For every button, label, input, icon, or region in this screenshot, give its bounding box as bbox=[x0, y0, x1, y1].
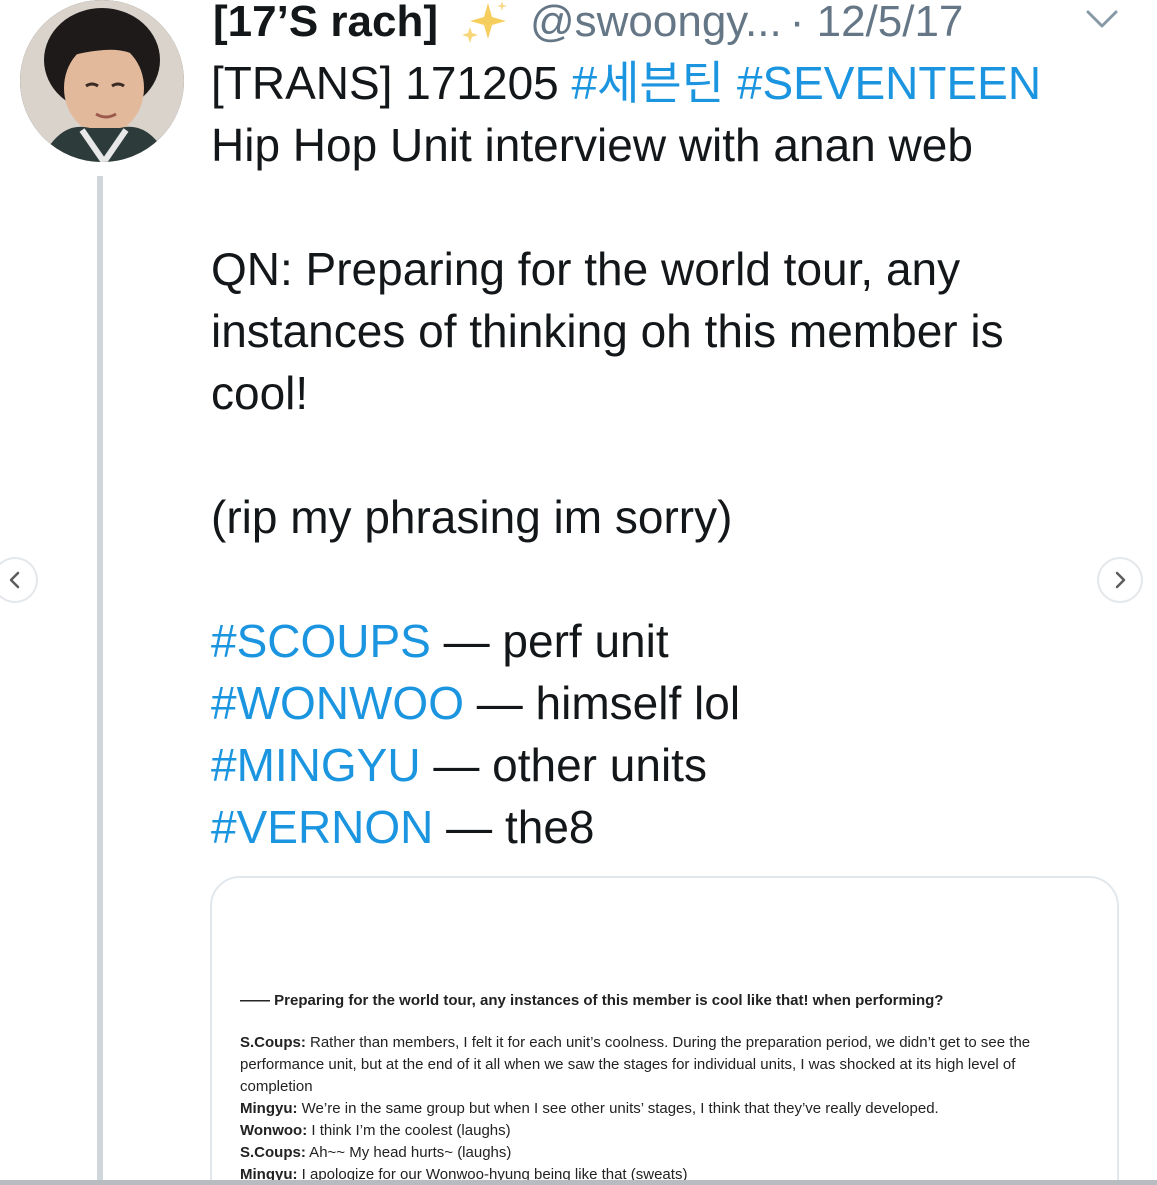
hashtag-link[interactable]: #세븐틴 bbox=[572, 57, 725, 109]
next-button[interactable] bbox=[1099, 559, 1141, 601]
document-question: —— Preparing for the world tour, any ins… bbox=[240, 992, 944, 1009]
speaker-text: Rather than members, I felt it for each … bbox=[240, 1034, 1031, 1095]
tweet-header: [17’S rach] @swoongy... · 12/5/17 bbox=[213, 0, 963, 48]
tweet-line: #MINGYU — other units bbox=[211, 734, 1131, 796]
tweet-line: #VERNON — the8 bbox=[211, 796, 1131, 858]
previous-button[interactable] bbox=[0, 559, 36, 601]
tweet-text-span: (rip my phrasing im sorry) bbox=[211, 491, 733, 543]
chevron-down-icon[interactable] bbox=[1082, 4, 1122, 34]
tweet-text-span: — other units bbox=[420, 739, 707, 791]
tweet-line: instances of thinking oh this member is bbox=[211, 300, 1131, 362]
avatar-photo bbox=[20, 0, 184, 162]
tweet-text-span: QN: Preparing for the world tour, any bbox=[211, 243, 961, 295]
tweet-line: QN: Preparing for the world tour, any bbox=[211, 238, 1131, 300]
tweet-text-span bbox=[724, 57, 737, 109]
hashtag-link[interactable]: #VERNON bbox=[211, 801, 433, 853]
tweet-line: [TRANS] 171205 #세븐틴 #SEVENTEEN bbox=[211, 52, 1131, 114]
tweet-screenshot: [17’S rach] @swoongy... · 12/5/17 [TRANS… bbox=[0, 0, 1157, 1185]
tweet-line: (rip my phrasing im sorry) bbox=[211, 486, 1131, 548]
tweet-line: #SCOUPS — perf unit bbox=[211, 610, 1131, 672]
bottom-edge-bar bbox=[0, 1180, 1157, 1185]
hashtag-link[interactable]: #WONWOO bbox=[211, 677, 464, 729]
tweet-text-span: — himself lol bbox=[463, 677, 741, 729]
translation-document: —— Preparing for the world tour, any ins… bbox=[240, 990, 1090, 1185]
tweet-text-span: cool! bbox=[211, 367, 309, 419]
avatar[interactable] bbox=[20, 0, 184, 162]
handle[interactable]: @swoongy... bbox=[530, 0, 782, 48]
tweet-text-span: — perf unit bbox=[430, 615, 669, 667]
tweet-text-span: [TRANS] 171205 bbox=[211, 57, 572, 109]
attached-image-card[interactable]: —— Preparing for the world tour, any ins… bbox=[210, 876, 1119, 1185]
speaker-name: S.Coups: bbox=[240, 1034, 306, 1051]
tweet-line: Hip Hop Unit interview with anan web bbox=[211, 114, 1131, 176]
document-entries: S.Coups: Rather than members, I felt it … bbox=[240, 1032, 1090, 1185]
chevron-right-icon bbox=[1115, 571, 1126, 589]
sparkles-icon bbox=[460, 0, 510, 45]
speaker-name: S.Coups: bbox=[240, 1144, 306, 1161]
tweet-line: #WONWOO — himself lol bbox=[211, 672, 1131, 734]
tweet-line: cool! bbox=[211, 362, 1131, 424]
document-entry: Mingyu: We’re in the same group but when… bbox=[240, 1098, 1090, 1120]
speaker-text: We’re in the same group but when I see o… bbox=[297, 1100, 939, 1117]
tweet-text-span: — the8 bbox=[433, 801, 595, 853]
tweet-date[interactable]: · 12/5/17 bbox=[790, 0, 964, 48]
display-name[interactable]: [17’S rach] bbox=[213, 0, 438, 48]
speaker-text: I think I’m the coolest (laughs) bbox=[307, 1122, 511, 1139]
chevron-left-icon bbox=[9, 571, 20, 589]
speaker-text: Ah~~ My head hurts~ (laughs) bbox=[305, 1144, 512, 1161]
document-entry: S.Coups: Rather than members, I felt it … bbox=[240, 1032, 1090, 1098]
thread-line bbox=[97, 176, 103, 1185]
document-entry: Wonwoo: I think I’m the coolest (laughs) bbox=[240, 1120, 1090, 1142]
tweet-text-span: Hip Hop Unit interview with anan web bbox=[211, 119, 973, 171]
hashtag-link[interactable]: #SEVENTEEN bbox=[737, 57, 1041, 109]
hashtag-link[interactable]: #MINGYU bbox=[211, 739, 421, 791]
speaker-name: Wonwoo: bbox=[240, 1122, 308, 1139]
tweet-body: [TRANS] 171205 #세븐틴 #SEVENTEEN Hip Hop Un… bbox=[211, 52, 1131, 858]
document-entry: S.Coups: Ah~~ My head hurts~ (laughs) bbox=[240, 1142, 1090, 1164]
tweet-text-span: instances of thinking oh this member is bbox=[211, 305, 1004, 357]
hashtag-link[interactable]: #SCOUPS bbox=[211, 615, 431, 667]
speaker-name: Mingyu: bbox=[240, 1100, 298, 1117]
